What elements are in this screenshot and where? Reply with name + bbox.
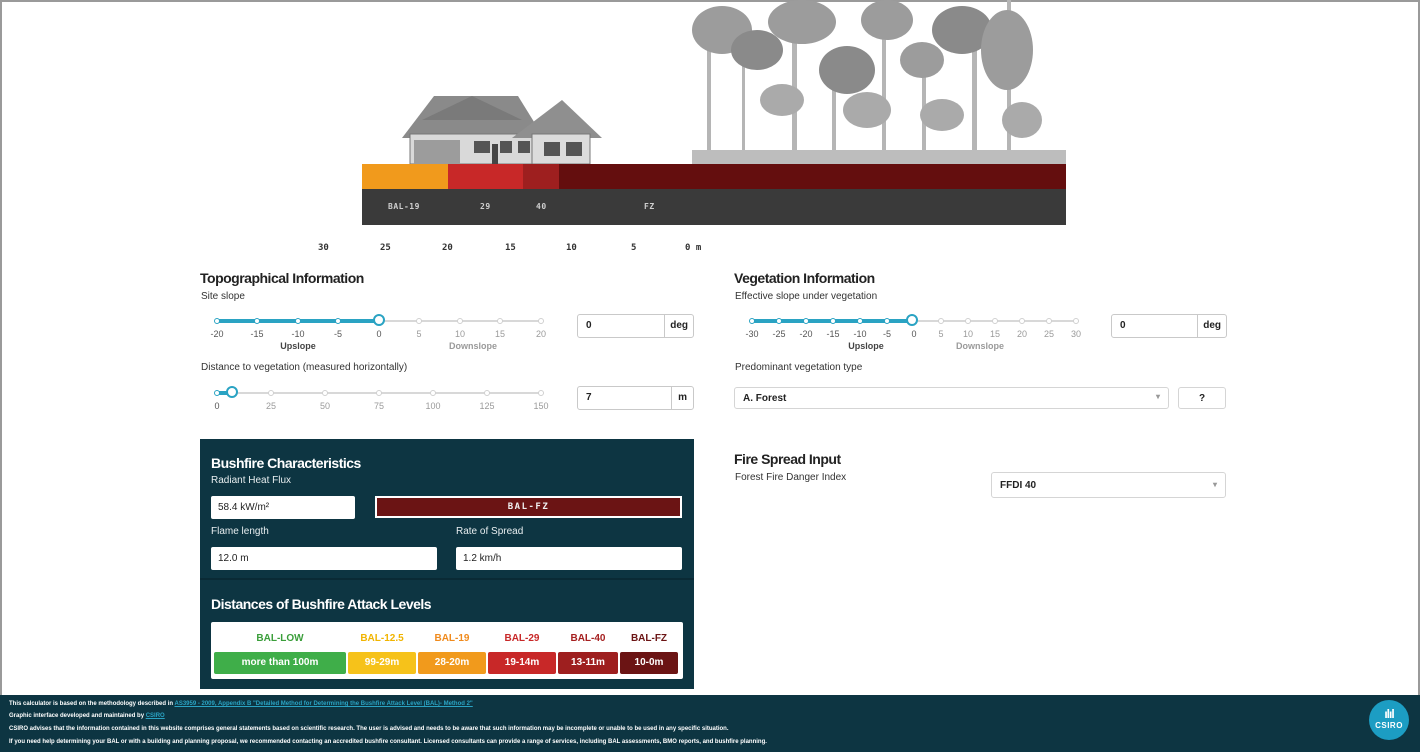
distance-label: Distance to vegetation (measured horizon… [201, 362, 408, 373]
deg-unit: deg [1197, 315, 1226, 337]
downslope-label: Downslope [448, 341, 498, 351]
footer: This calculator is based on the methodol… [0, 695, 1420, 752]
site-slope-label: Site slope [201, 291, 245, 302]
chevron-down-icon: ▾ [1155, 392, 1160, 401]
standard-link[interactable]: AS3959 - 2009, Appendix B "Detailed Meth… [174, 701, 472, 707]
downslope-label: Downslope [955, 341, 1005, 351]
veg-slope-label: Effective slope under vegetation [735, 291, 878, 302]
ros-label: Rate of Spread [456, 526, 524, 537]
axis-tick: 0 m [685, 243, 702, 253]
flame-value: 12.0 m [211, 547, 437, 570]
distance-input[interactable]: 7 m [577, 386, 694, 410]
axis-tick: 15 [505, 243, 516, 253]
house-icon [402, 96, 602, 164]
bal-distance-table: BAL-LOW BAL-12.5 BAL-19 BAL-29 BAL-40 BA… [211, 622, 683, 679]
bal-29-header: BAL-29 [504, 633, 540, 644]
bal-label: BAL-19 [388, 202, 420, 211]
veg-type-label: Predominant vegetation type [735, 362, 863, 373]
footer-line-4: If you need help determining your BAL or… [9, 739, 767, 745]
bal-label: FZ [644, 202, 655, 211]
flame-label: Flame length [211, 526, 269, 537]
site-slope-slider[interactable]: -20 -15 -10 -5 0 5 10 15 20 Upslope Down… [205, 302, 555, 362]
bal-fz-distance: 10-0m [620, 652, 678, 674]
house-forest-illustration [402, 0, 1066, 164]
axis-tick: 10 [566, 243, 577, 253]
axis-tick: 30 [318, 243, 329, 253]
m-unit: m [671, 387, 693, 409]
bal-fz-segment [559, 164, 1066, 189]
ffdi-select[interactable]: FFDI 40 ▾ [991, 472, 1226, 498]
veg-title: Vegetation Information [734, 270, 875, 286]
forest-icon [692, 0, 1066, 164]
veg-type-select[interactable]: A. Forest ▾ [734, 387, 1169, 409]
bal-19-header: BAL-19 [434, 633, 470, 644]
axis-tick: 5 [631, 243, 637, 253]
axis-tick: 20 [442, 243, 453, 253]
footer-line-3: CSIRO advises that the information conta… [9, 726, 729, 732]
veg-slope-slider[interactable]: -30 -25 -20 -15 -10 -5 0 5 10 15 20 25 3… [740, 302, 1090, 362]
deg-unit: deg [664, 315, 693, 337]
csiro-link[interactable]: CSIRO [146, 713, 165, 719]
upslope-label: Upslope [280, 341, 316, 351]
bal-low-distance: more than 100m [214, 652, 346, 674]
upslope-label: Upslope [848, 341, 884, 351]
bal-color-bar [362, 164, 1066, 189]
ros-value: 1.2 km/h [456, 547, 682, 570]
bal-12-5-header: BAL-12.5 [360, 633, 404, 644]
bal-29-distance: 19-14m [488, 652, 556, 674]
bal-12-5-distance: 99-29m [348, 652, 416, 674]
csiro-logo[interactable]: ılıl CSIRO [1369, 700, 1409, 740]
chevron-down-icon: ▾ [1212, 480, 1217, 489]
distances-title: Distances of Bushfire Attack Levels [211, 596, 432, 612]
bal-result-badge: BAL-FZ [375, 496, 682, 518]
fire-title: Fire Spread Input [734, 451, 841, 467]
bushfire-panel: Bushfire Characteristics Radiant Heat Fl… [200, 439, 694, 689]
bal-fz-header: BAL-FZ [630, 633, 668, 644]
site-slope-input[interactable]: 0 deg [577, 314, 694, 338]
bal-40-header: BAL-40 [570, 633, 606, 644]
axis-tick: 25 [380, 243, 391, 253]
bal-low-header: BAL-LOW [256, 633, 304, 644]
slider-handle[interactable] [226, 386, 238, 398]
bushfire-title: Bushfire Characteristics [211, 455, 361, 471]
slider-handle[interactable] [373, 314, 385, 326]
slider-handle[interactable] [906, 314, 918, 326]
distance-slider[interactable]: 0 25 50 75 100 125 150 [205, 374, 555, 434]
bal-40-distance: 13-11m [558, 652, 618, 674]
footer-line-1: This calculator is based on the methodol… [9, 701, 473, 707]
bal-29-segment [448, 164, 523, 189]
footer-line-2: Graphic interface developed and maintain… [9, 713, 165, 719]
bal-label: 40 [536, 202, 547, 211]
rhf-value: 58.4 kW/m² [211, 496, 355, 519]
ffdi-label: Forest Fire Danger Index [735, 472, 847, 483]
bal-label: 29 [480, 202, 491, 211]
bal-19-distance: 28-20m [418, 652, 486, 674]
topo-title: Topographical Information [200, 270, 364, 286]
csiro-logo-icon: ılıl [1384, 707, 1394, 721]
veg-slope-input[interactable]: 0 deg [1111, 314, 1227, 338]
bal-40-segment [523, 164, 559, 189]
veg-help-button[interactable]: ? [1178, 387, 1226, 409]
rhf-label: Radiant Heat Flux [211, 475, 292, 486]
bal-19-segment [362, 164, 448, 189]
bal-label-strip: BAL-19 29 40 FZ [362, 189, 1066, 225]
